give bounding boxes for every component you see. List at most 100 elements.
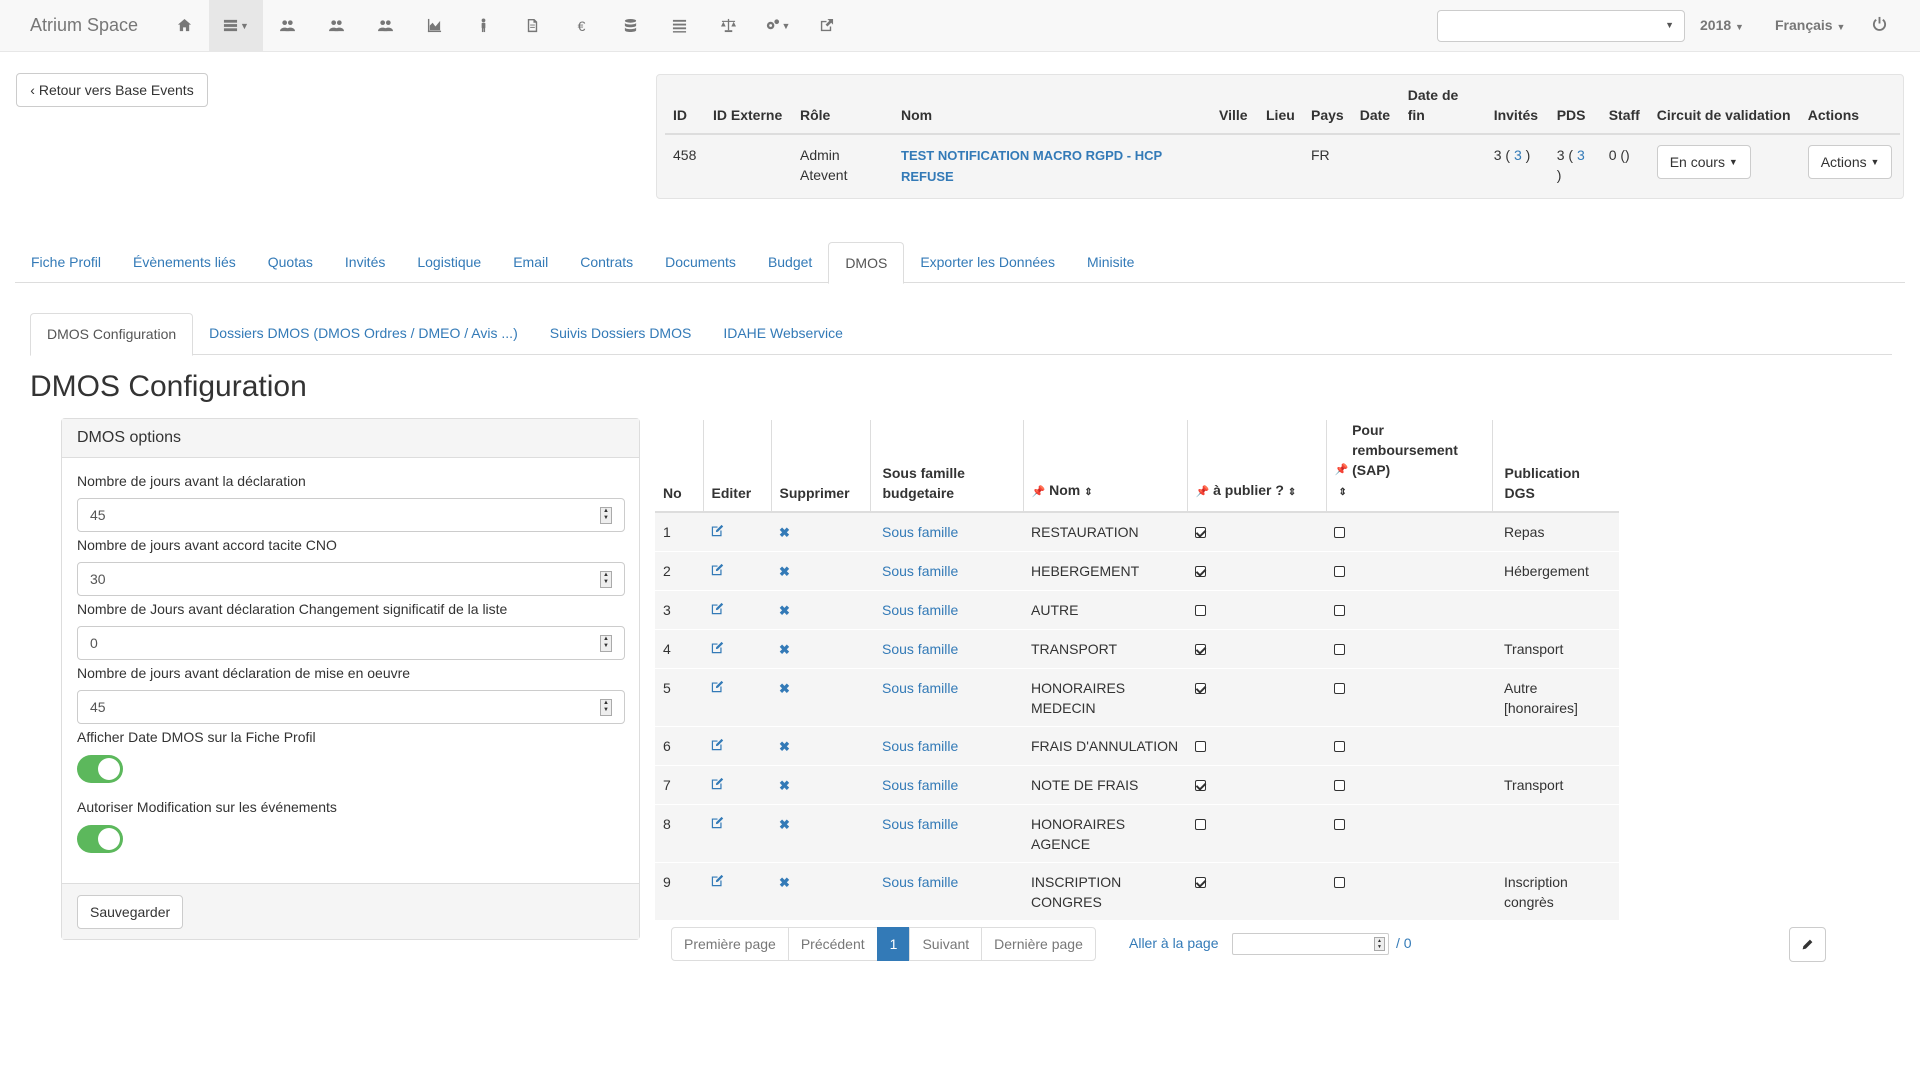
reimbursement-checkbox[interactable] [1334,605,1345,616]
tab-contrats[interactable]: Contrats [564,242,649,283]
publish-checkbox[interactable] [1195,877,1206,888]
sous-famille-link[interactable]: Sous famille [882,738,958,754]
publish-checkbox[interactable] [1195,605,1206,616]
home-icon[interactable] [160,0,209,51]
sort-icon[interactable]: ⇕ [1339,487,1347,498]
publish-checkbox[interactable] [1195,527,1206,538]
reimbursement-checkbox[interactable] [1334,877,1345,888]
col-header-nom[interactable]: 📌 Nom ⇕ [1023,420,1188,513]
sous-famille-link[interactable]: Sous famille [882,524,958,540]
spinner-icon[interactable]: ▲ ▼ [600,571,612,588]
users-icon[interactable] [361,0,410,51]
goto-page-input[interactable]: ▲ ▼ [1232,933,1389,955]
list-icon[interactable] [655,0,704,51]
subtab-idahe-webservice[interactable]: IDAHE Webservice [707,313,859,355]
col-header-remboursement[interactable]: 📌 Pour remboursement (SAP) ⇕ [1326,420,1493,513]
last-page-button[interactable]: Dernière page [981,927,1096,961]
tab-evenements-lies[interactable]: Évènements liés [117,242,252,283]
edit-icon[interactable] [711,602,724,618]
days-implementation-input[interactable]: 45 ▲ ▼ [77,690,625,724]
delete-icon[interactable]: ✖ [779,681,790,696]
delete-icon[interactable]: ✖ [779,603,790,618]
subtab-dmos-configuration[interactable]: DMOS Configuration [30,313,194,356]
share-icon[interactable] [802,0,851,51]
reimbursement-checkbox[interactable] [1334,741,1345,752]
validation-circuit-button[interactable]: En cours ▼ [1656,145,1751,179]
tab-quotas[interactable]: Quotas [252,242,329,283]
spinner-icon[interactable]: ▲ ▼ [1374,937,1385,951]
delete-icon[interactable]: ✖ [779,564,790,579]
pds-link[interactable]: 3 [1577,147,1585,163]
tab-dmos[interactable]: DMOS [828,242,905,284]
publish-checkbox[interactable] [1195,683,1206,694]
tab-budget[interactable]: Budget [752,242,828,283]
col-header-no[interactable]: No [655,420,704,513]
reimbursement-checkbox[interactable] [1334,683,1345,694]
delete-icon[interactable]: ✖ [779,817,790,832]
reimbursement-checkbox[interactable] [1334,819,1345,830]
brand[interactable]: Atrium Space [30,15,138,36]
delete-icon[interactable]: ✖ [779,778,790,793]
sous-famille-link[interactable]: Sous famille [882,816,958,832]
sort-icon[interactable]: ⇕ [1288,487,1296,498]
document-icon[interactable] [508,0,557,51]
days-tacit-agreement-input[interactable]: 30 ▲ ▼ [77,562,625,596]
delete-icon[interactable]: ✖ [779,739,790,754]
euro-icon[interactable]: € [557,0,606,51]
sous-famille-link[interactable]: Sous famille [882,641,958,657]
reimbursement-checkbox[interactable] [1334,644,1345,655]
sous-famille-link[interactable]: Sous famille [882,777,958,793]
publish-checkbox[interactable] [1195,644,1206,655]
back-to-events-button[interactable]: ‹ Retour vers Base Events [16,73,208,107]
subtab-dossiers-dmos[interactable]: Dossiers DMOS (DMOS Ordres / DMEO / Avis… [193,313,534,355]
database-icon[interactable] [606,0,655,51]
event-select[interactable]: ▼ [1437,10,1685,42]
reimbursement-checkbox[interactable] [1334,527,1345,538]
event-name-link[interactable]: TEST NOTIFICATION MACRO RGPD - HCP REFUS… [901,148,1162,184]
publish-checkbox[interactable] [1195,741,1206,752]
edit-icon[interactable] [711,563,724,579]
spinner-icon[interactable]: ▲ ▼ [600,507,612,524]
first-page-button[interactable]: Première page [671,927,789,961]
delete-icon[interactable]: ✖ [779,642,790,657]
chart-icon[interactable] [410,0,459,51]
tab-exporter[interactable]: Exporter les Données [904,242,1071,283]
tab-documents[interactable]: Documents [649,242,752,283]
tab-invites[interactable]: Invités [329,242,401,283]
col-header-publier[interactable]: 📌 à publier ? ⇕ [1187,420,1327,513]
publish-checkbox[interactable] [1195,566,1206,577]
publish-checkbox[interactable] [1195,819,1206,830]
year-dropdown[interactable]: 2018 ▼ [1700,17,1744,33]
sort-icon[interactable]: ⇕ [1084,487,1092,498]
person-icon[interactable] [459,0,508,51]
tab-email[interactable]: Email [497,242,564,283]
edit-icon[interactable] [711,680,724,696]
balance-icon[interactable] [704,0,753,51]
users-icon[interactable] [263,0,312,51]
invites-link[interactable]: 3 [1514,147,1522,163]
edit-icon[interactable] [711,641,724,657]
language-dropdown[interactable]: Français ▼ [1775,17,1845,33]
tab-logistique[interactable]: Logistique [401,242,497,283]
power-icon[interactable] [1872,16,1887,34]
col-header-sous-famille[interactable]: Sous famille budgetaire [870,420,1024,513]
sous-famille-link[interactable]: Sous famille [882,602,958,618]
edit-icon[interactable] [711,816,724,832]
days-significant-change-input[interactable]: 0 ▲ ▼ [77,626,625,660]
sous-famille-link[interactable]: Sous famille [882,680,958,696]
list-dropdown-icon[interactable]: ▼ [209,0,263,51]
sous-famille-link[interactable]: Sous famille [882,874,958,890]
reimbursement-checkbox[interactable] [1334,780,1345,791]
reimbursement-checkbox[interactable] [1334,566,1345,577]
pencil-icon[interactable] [1789,927,1826,962]
edit-icon[interactable] [711,524,724,540]
current-page-button[interactable]: 1 [876,927,911,961]
tab-minisite[interactable]: Minisite [1071,242,1150,283]
spinner-icon[interactable]: ▲ ▼ [600,699,612,716]
delete-icon[interactable]: ✖ [779,525,790,540]
allow-modification-toggle[interactable] [77,825,123,853]
delete-icon[interactable]: ✖ [779,875,790,890]
publish-checkbox[interactable] [1195,780,1206,791]
next-page-button[interactable]: Suivant [909,927,983,961]
days-before-declaration-input[interactable]: 45 ▲ ▼ [77,498,625,532]
